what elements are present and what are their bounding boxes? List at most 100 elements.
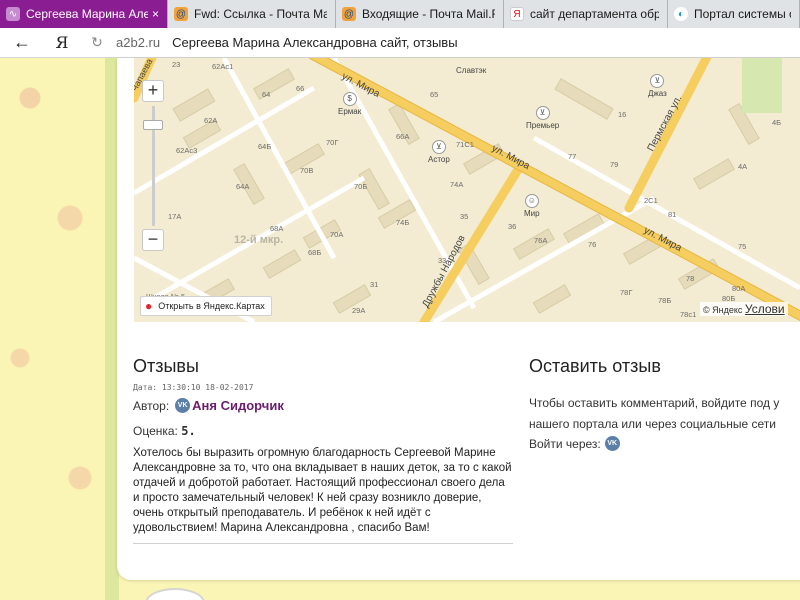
poi-ermak[interactable]: $ Ермак (338, 92, 361, 116)
tab-label: Fwd: Ссылка - Почта Mail.R (194, 7, 327, 21)
building-number: 70В (300, 166, 314, 175)
portal-icon: ◐ (674, 7, 688, 21)
poi-slavtek[interactable]: Славтэк (456, 66, 486, 75)
building-number: 80А (732, 284, 746, 293)
building-number: 81 (668, 210, 677, 219)
vk-icon: ∿ (6, 7, 20, 21)
building-number: 64А (236, 182, 250, 191)
building-number: 74Б (396, 218, 410, 227)
back-arrow-icon[interactable]: ← (8, 32, 36, 53)
vk-icon: VK (175, 398, 191, 413)
author-prefix: Автор: (133, 398, 170, 413)
review-date-value: 13:30:10 18-02-2017 (161, 383, 254, 392)
address-bar: ← Я ↻ a2b2.ru Сергеева Марина Александро… (0, 28, 800, 58)
review-rating: Оценка: 5. (133, 424, 196, 438)
building-number: 35 (460, 212, 469, 221)
copyright-text: © Яндекс (703, 305, 743, 315)
building-number: 62Ас3 (176, 146, 198, 155)
building-number: 68А (270, 224, 284, 233)
reviews-heading: Отзывы (133, 356, 199, 376)
building-number: 78с1 (680, 310, 697, 319)
building-number: 76А (534, 236, 548, 245)
review-date: Дата: 13:30:10 18-02-2017 (133, 383, 253, 392)
poi-label: Ермак (338, 107, 362, 116)
map-canvas (134, 58, 800, 322)
mail-icon: @ (342, 7, 356, 21)
poi-premier[interactable]: ⊻ Премьер (526, 106, 559, 130)
close-icon[interactable]: × (152, 7, 159, 21)
zoom-slider-handle[interactable] (143, 120, 163, 130)
zoom-in-button[interactable]: + (142, 80, 164, 102)
building-number: 68Б (308, 248, 322, 257)
poi-label: Славтэк (456, 66, 487, 75)
vk-login-icon[interactable]: VK (604, 436, 620, 451)
building-number: 78 (686, 274, 695, 283)
building-number: 70А (330, 230, 344, 239)
open-yandex-maps-button[interactable]: ● Открыть в Яндекс.Картах (140, 296, 272, 316)
leave-review-heading: Оставить отзыв (529, 356, 661, 376)
poi-jazz[interactable]: ⊻ Джаз (648, 74, 667, 98)
tab-mail-fwd[interactable]: @ Fwd: Ссылка - Почта Mail.R (168, 0, 336, 28)
building-number: 65 (430, 90, 439, 99)
building-number: 17А (168, 212, 182, 221)
building-number: 75 (738, 242, 747, 251)
author-name-link[interactable]: Аня Сидорчик (192, 398, 284, 413)
tab-portal[interactable]: ◐ Портал системы обра (668, 0, 800, 28)
rating-value: 5. (181, 424, 196, 438)
review-author: Автор: VK Аня Сидорчик (133, 398, 284, 413)
zoom-out-button[interactable]: − (142, 229, 164, 251)
building-number: 29А (352, 306, 366, 315)
poi-label: Джаз (648, 89, 667, 98)
building-number: 62А (204, 116, 218, 125)
building-number: 74А (450, 180, 464, 189)
leave-review-text: Чтобы оставить комментарий, войдите под … (529, 396, 780, 431)
building-number: 76 (588, 240, 597, 249)
tab-strip: ∿ Сергеева Марина Алекс × @ Fwd: Ссылка … (0, 0, 800, 28)
yandex-map[interactable]: ул. Мира ул. Мира ул. Мира Пермская ул. … (134, 58, 800, 322)
building-number: 2С1 (644, 196, 658, 205)
tab-label: Портал системы обра (694, 7, 791, 21)
building-number: 33 (438, 256, 447, 265)
building-number: 70Г (326, 138, 339, 147)
cart-icon: ⊻ (650, 74, 665, 88)
review-divider (133, 543, 513, 544)
poi-label: Мир (524, 209, 540, 218)
poi-astor[interactable]: ⊻ Астор (428, 140, 450, 164)
review-text: Хотелось бы выразить огромную благодарно… (133, 447, 512, 534)
url-page-title[interactable]: Сергеева Марина Александровна сайт, отзы… (172, 35, 457, 50)
open-yandex-maps-label: Открыть в Яндекс.Картах (158, 301, 265, 311)
building-number: 66А (396, 132, 410, 141)
building-number: 64Б (258, 142, 272, 151)
building-number: 4А (738, 162, 748, 171)
tab-mail-inbox[interactable]: @ Входящие - Почта Mail.Ru (336, 0, 504, 28)
url-domain[interactable]: a2b2.ru (116, 35, 160, 50)
login-via: Войти через: VK (529, 436, 622, 451)
terms-link[interactable]: Услови (745, 302, 785, 316)
building-number: 31 (370, 280, 379, 289)
building-number: 77 (568, 152, 577, 161)
building-number: 71С1 (456, 140, 474, 149)
rating-prefix: Оценка: (133, 424, 178, 438)
building-number: 23 (172, 60, 181, 69)
building-number: 4Б (772, 118, 782, 127)
poi-label: Астор (428, 155, 450, 164)
poi-label: Премьер (526, 121, 560, 130)
yandex-icon[interactable]: Я (50, 33, 74, 52)
yandex-icon: Я (510, 7, 524, 21)
tab-department[interactable]: Я сайт департамента образо (504, 0, 668, 28)
building-number: 62Ас1 (212, 62, 234, 71)
district-label: 12-й мкр. (234, 234, 284, 246)
building-number: 66 (296, 84, 305, 93)
building-number: 36 (508, 222, 517, 231)
map-pin-icon: ● (145, 299, 153, 313)
building-number: 79 (610, 160, 619, 169)
tab-sergeeva[interactable]: ∿ Сергеева Марина Алекс × (0, 0, 168, 28)
review-date-prefix: Дата: (133, 383, 158, 392)
cart-icon: ⊻ (535, 106, 550, 120)
building-number: 78Б (658, 296, 672, 305)
building-number: 64 (262, 90, 271, 99)
building-number: 78Г (620, 288, 633, 297)
reload-icon[interactable]: ↻ (88, 34, 106, 51)
login-via-label: Войти через: (529, 436, 601, 451)
poi-mir[interactable]: ☺ Мир (524, 194, 540, 218)
